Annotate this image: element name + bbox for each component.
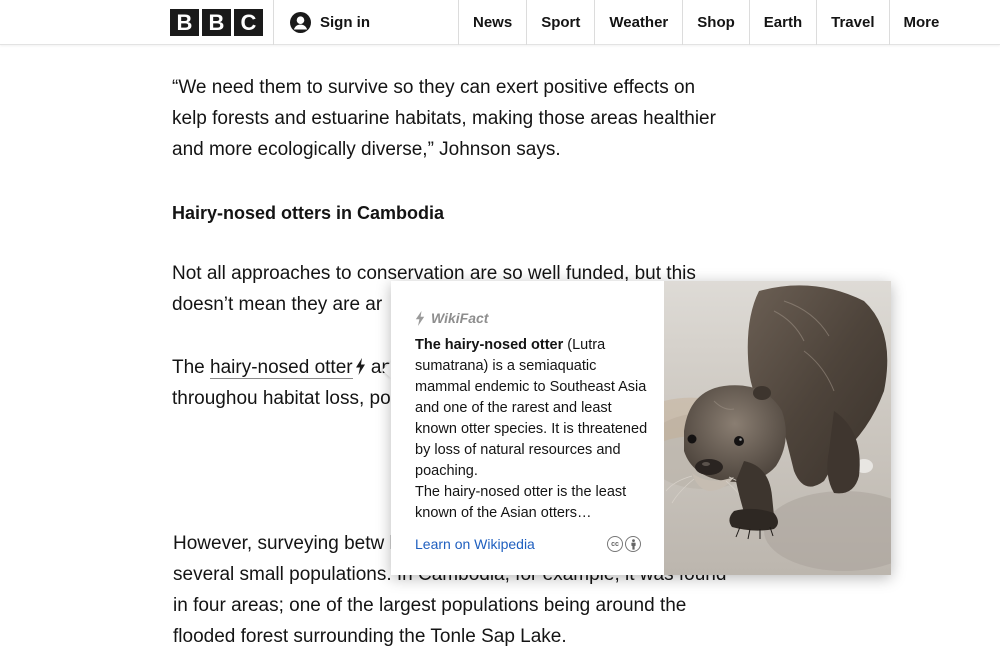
nav-earth[interactable]: Earth xyxy=(748,0,816,45)
wikifact-summary: The hairy-nosed otter (Lutra sumatrana) … xyxy=(415,335,655,524)
site-header: B B C Sign in News Sport Weather Shop Ea… xyxy=(0,0,1000,45)
account-icon xyxy=(290,12,311,33)
wikifact-title-label: WikiFact xyxy=(431,310,489,326)
lightning-icon[interactable] xyxy=(355,358,366,375)
wikifact-title: WikiFact xyxy=(415,310,664,326)
otter-illustration xyxy=(664,281,891,575)
nav-more[interactable]: More xyxy=(888,0,954,45)
bbc-logo[interactable]: B B C xyxy=(170,9,263,36)
cc-icon[interactable]: cc xyxy=(607,536,623,552)
header-divider xyxy=(273,0,274,45)
main-nav: News Sport Weather Shop Earth Travel Mor… xyxy=(458,0,953,45)
lightning-icon xyxy=(415,310,425,326)
wikifact-footer: Learn on Wikipedia cc xyxy=(415,536,641,552)
logo-letter: B xyxy=(170,9,199,36)
summary-text: The hairy-nosed otter is the least known… xyxy=(415,484,627,521)
logo-letter: C xyxy=(234,9,263,36)
summary-bold: The hairy-nosed otter xyxy=(415,337,564,353)
paragraph-text: The xyxy=(172,357,211,378)
otter-photo[interactable] xyxy=(664,281,891,575)
wikifact-popup: WikiFact The hairy-nosed otter (Lutra su… xyxy=(391,281,891,575)
hairy-nosed-otter-link[interactable]: hairy-nosed otter xyxy=(210,357,353,379)
person-icon xyxy=(630,538,636,550)
nav-weather[interactable]: Weather xyxy=(594,0,682,45)
nav-shop[interactable]: Shop xyxy=(682,0,749,45)
summary-text: (Lutra sumatrana) is a semiaquatic mamma… xyxy=(415,337,648,479)
learn-on-wikipedia-link[interactable]: Learn on Wikipedia xyxy=(415,536,535,552)
nav-sport[interactable]: Sport xyxy=(526,0,594,45)
section-heading: Hairy-nosed otters in Cambodia xyxy=(172,203,445,223)
logo-letter: B xyxy=(202,9,231,36)
article-paragraph: “We need them to survive so they can exe… xyxy=(172,77,716,160)
wikifact-text-panel: WikiFact The hairy-nosed otter (Lutra su… xyxy=(391,281,664,575)
attribution-icon[interactable] xyxy=(625,536,641,552)
nav-news[interactable]: News xyxy=(458,0,526,45)
sign-in-button[interactable]: Sign in xyxy=(290,0,370,45)
sign-in-label: Sign in xyxy=(320,14,370,31)
license-icons: cc xyxy=(607,536,641,552)
nav-travel[interactable]: Travel xyxy=(816,0,888,45)
